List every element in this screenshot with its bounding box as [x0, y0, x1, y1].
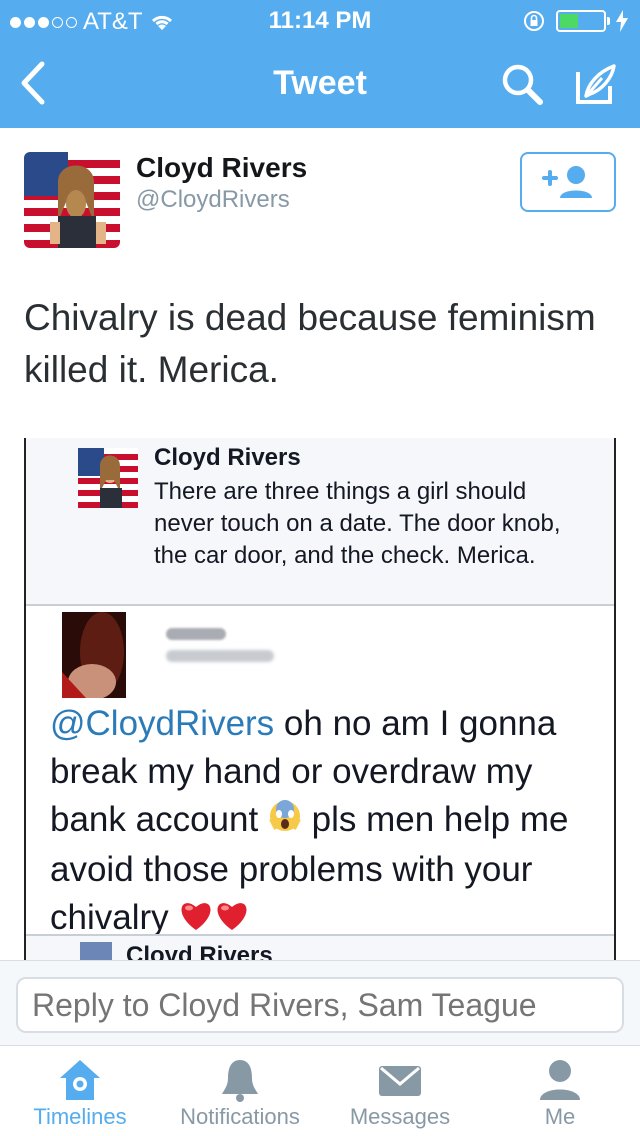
tab-messages[interactable]: Messages: [320, 1046, 480, 1136]
tab-me[interactable]: Me: [480, 1046, 640, 1136]
compose-icon[interactable]: [572, 60, 620, 108]
tab-label: Timelines: [33, 1104, 127, 1129]
quoted-tweet-text: There are three things a girl should nev…: [154, 478, 561, 569]
add-user-icon: [542, 166, 592, 198]
reply-avatar: [62, 612, 126, 698]
author-handle[interactable]: @CloydRivers: [136, 186, 290, 214]
follow-button[interactable]: [520, 152, 616, 212]
flag-portrait-image: [24, 152, 120, 248]
tweet-media-image[interactable]: Cloyd Rivers There are three things a gi…: [24, 438, 616, 962]
mention-link: @CloydRivers: [50, 704, 275, 743]
status-right: [522, 9, 628, 33]
reply-bar: [0, 960, 640, 1046]
search-icon[interactable]: [498, 60, 546, 108]
tab-label: Notifications: [180, 1104, 300, 1129]
charging-icon: [616, 10, 628, 32]
third-tweet-preview: Cloyd Rivers: [26, 934, 614, 962]
third-tweet-author: Cloyd Rivers: [126, 942, 273, 962]
reply-tweet-text: @CloydRivers oh no am I gonna break my h…: [50, 700, 602, 944]
quoted-avatar: [78, 448, 138, 508]
tab-timelines[interactable]: Timelines: [0, 1046, 160, 1136]
status-bar: AT&T 11:14 PM: [0, 0, 640, 40]
envelope-icon: [379, 1066, 421, 1096]
author-name[interactable]: Cloyd Rivers: [136, 152, 307, 184]
battery-icon: [556, 10, 610, 32]
quoted-tweet: Cloyd Rivers There are three things a gi…: [26, 438, 614, 606]
bell-icon: [222, 1060, 258, 1102]
tab-label: Messages: [349, 1104, 451, 1129]
tweet-text: Chivalry is dead because feminism killed…: [24, 297, 596, 390]
nav-bar: Tweet: [0, 40, 640, 128]
tab-notifications[interactable]: Notifications: [160, 1046, 320, 1136]
author-avatar[interactable]: [24, 152, 120, 248]
tab-label: Me: [544, 1104, 576, 1129]
third-tweet-avatar: [80, 942, 112, 962]
tab-bar: Timelines Notifications Messages Me: [0, 1046, 640, 1136]
rotation-lock-icon: [524, 11, 544, 31]
redacted-name-scribble: [166, 628, 226, 640]
home-icon: [60, 1060, 100, 1100]
quoted-author-name: Cloyd Rivers: [154, 444, 301, 471]
scream-emoji-icon: [268, 798, 302, 846]
top-bar: AT&T 11:14 PM Tweet: [0, 0, 640, 128]
redacted-handle-scribble: [166, 650, 274, 662]
person-icon: [540, 1060, 580, 1100]
reply-input[interactable]: [16, 977, 624, 1033]
